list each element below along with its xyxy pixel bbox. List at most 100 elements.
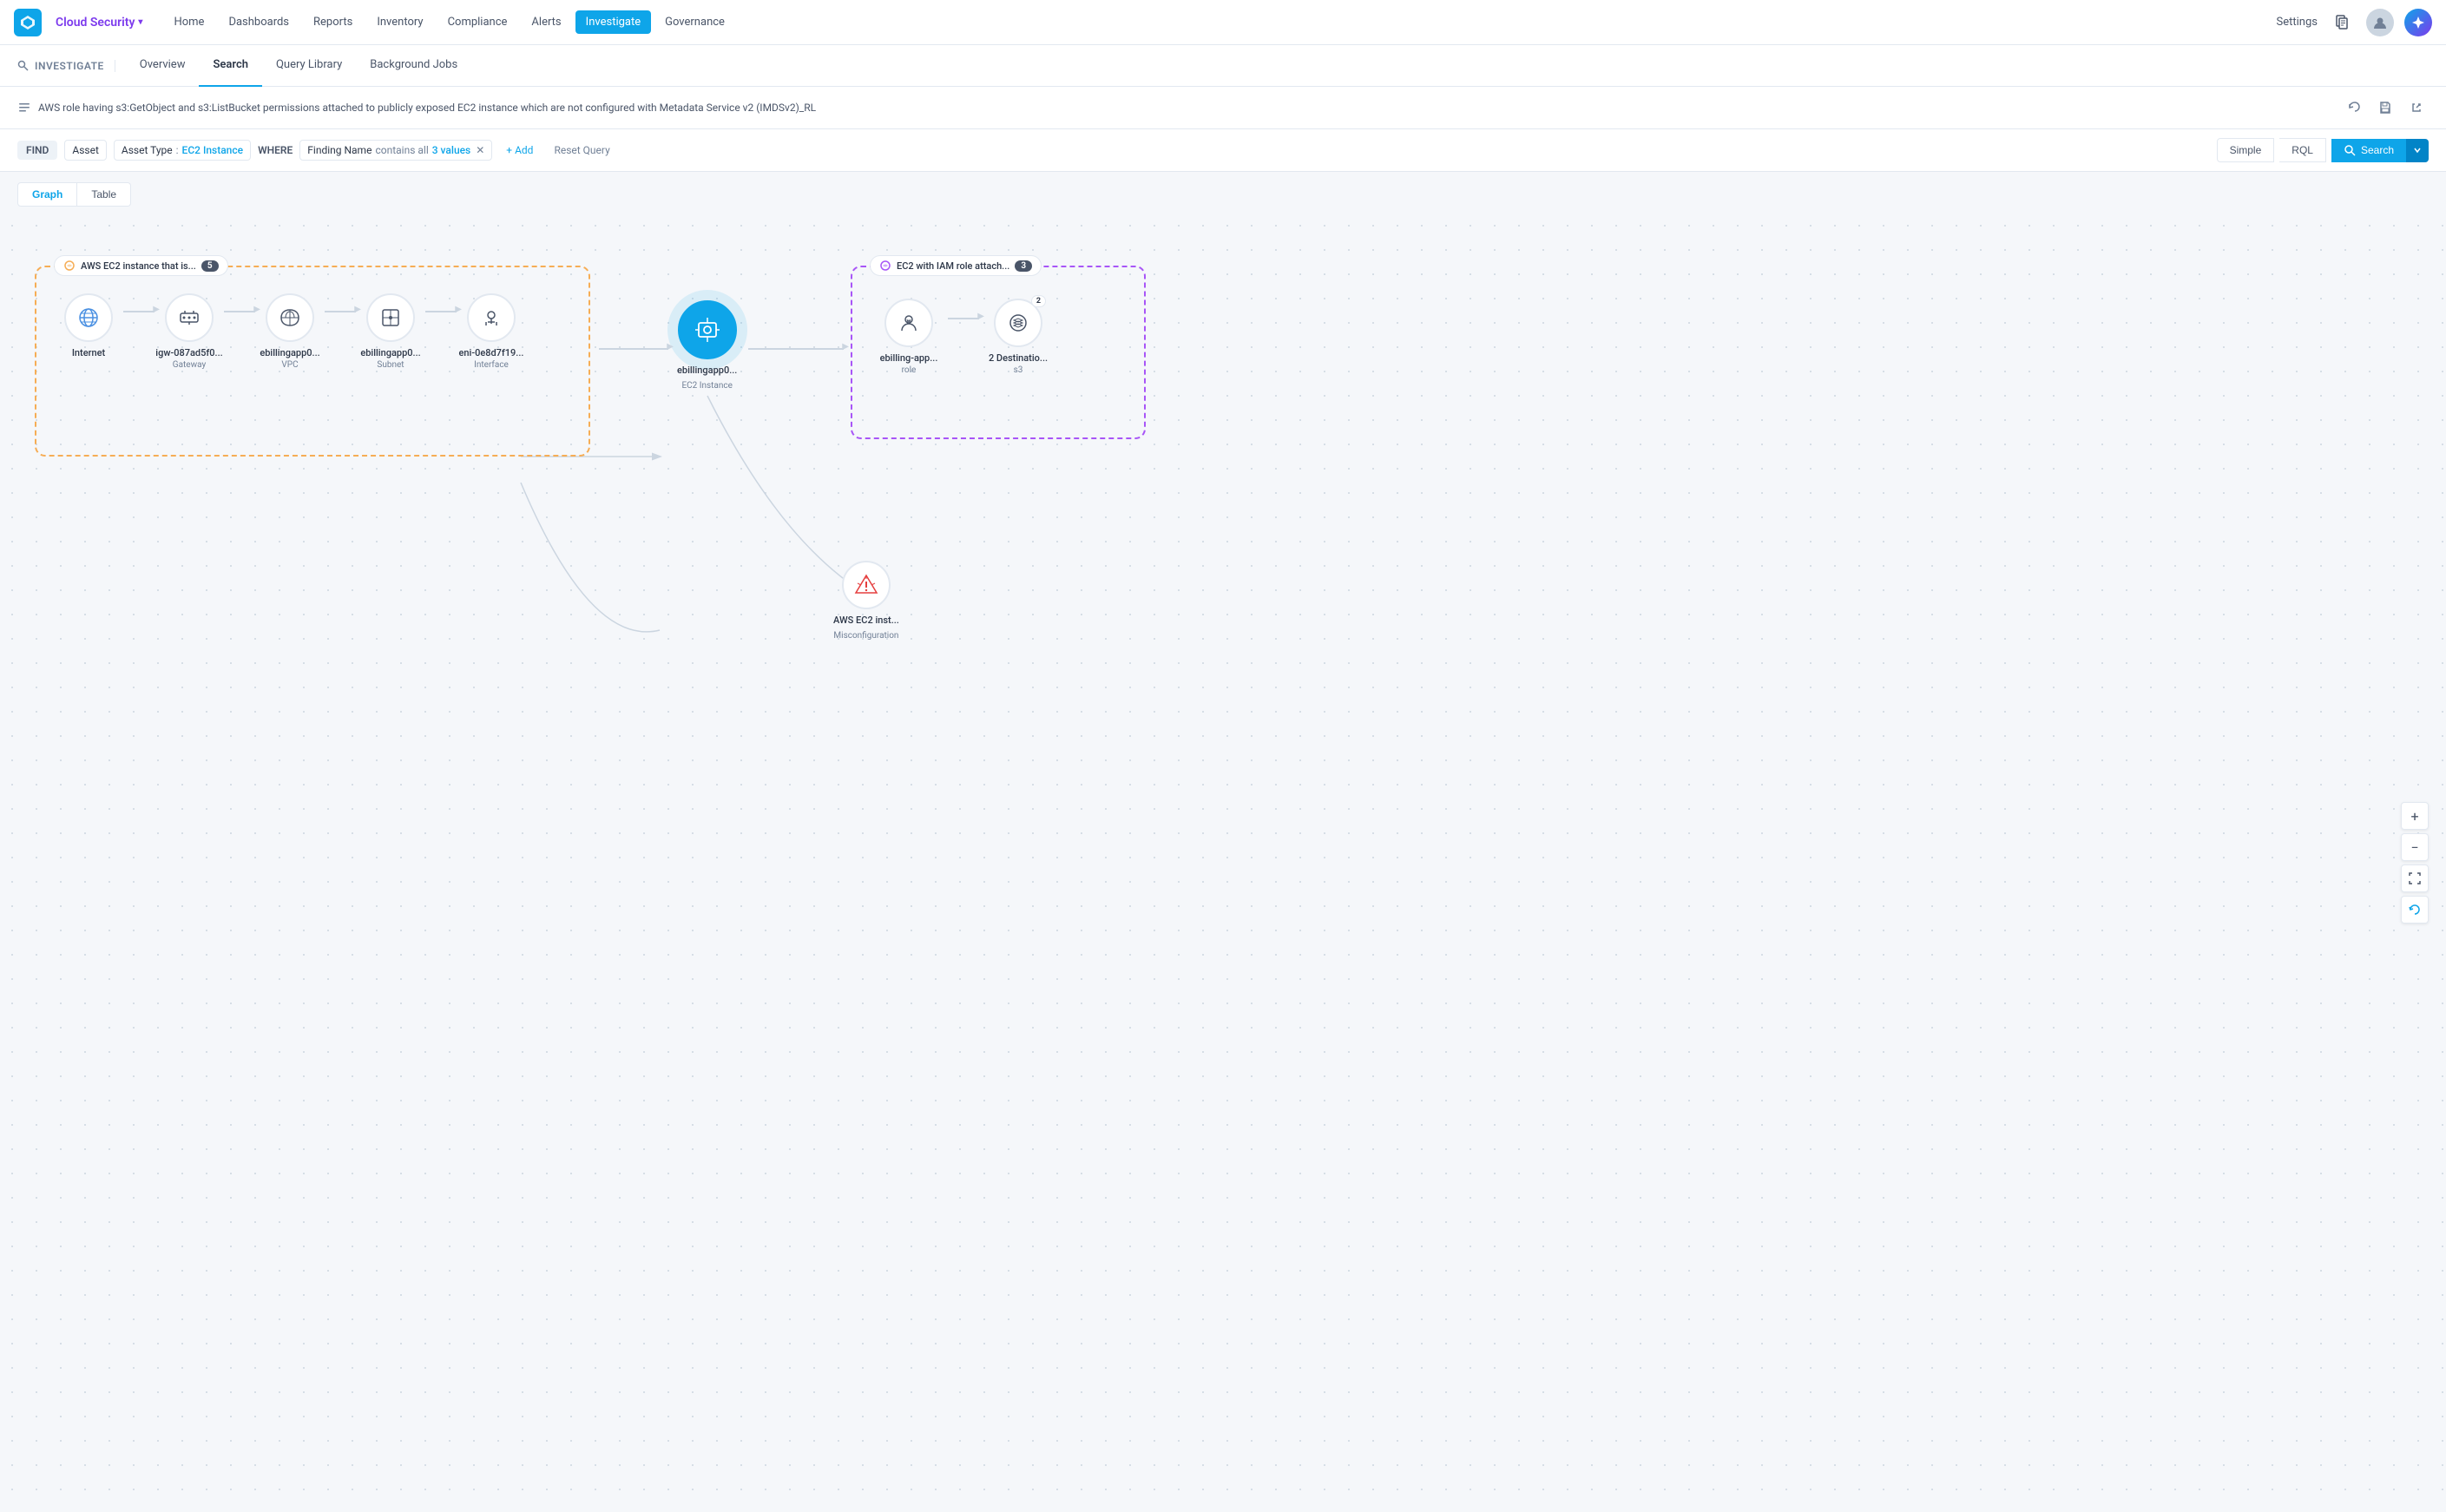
asset-chip[interactable]: Asset xyxy=(64,140,107,161)
fit-icon xyxy=(2408,871,2422,885)
query-text-row: AWS role having s3:GetObject and s3:List… xyxy=(17,101,2335,115)
fit-screen-btn[interactable] xyxy=(2401,864,2429,892)
node-gateway[interactable]: igw-087ad5f0... Gateway xyxy=(155,293,224,370)
cluster-2-label[interactable]: EC2 with IAM role attach... 3 xyxy=(870,255,1042,276)
node-ec2-central[interactable]: ebillingapp0... EC2 Instance xyxy=(677,300,737,391)
chevron-down-icon xyxy=(2413,146,2422,154)
misc-sublabel: Misconfiguration xyxy=(833,631,898,641)
rql-mode-btn[interactable]: RQL xyxy=(2279,138,2326,162)
arrow-to-cluster2: ▶ xyxy=(748,348,844,350)
subnet-node-circle xyxy=(366,293,415,342)
s3-badge: 2 xyxy=(1031,295,1046,307)
settings-link[interactable]: Settings xyxy=(2277,16,2318,29)
cluster-2-text: EC2 with IAM role attach... xyxy=(897,260,1009,272)
expand-btn[interactable] xyxy=(2404,95,2429,120)
nav-governance[interactable]: Governance xyxy=(654,10,735,34)
simple-mode-btn[interactable]: Simple xyxy=(2217,138,2275,162)
save-btn[interactable] xyxy=(2373,95,2397,120)
asset-type-colon: : xyxy=(176,144,179,156)
reset-view-btn[interactable] xyxy=(2401,896,2429,924)
search-button-group: Search xyxy=(2331,139,2429,162)
internet-label: Internet xyxy=(72,347,105,358)
sub-navigation: INVESTIGATE Overview Search Query Librar… xyxy=(0,45,2446,87)
gateway-sublabel: Gateway xyxy=(173,360,206,370)
ec2-central-label: ebillingapp0... xyxy=(677,365,737,376)
ai-assistant-btn[interactable] xyxy=(2404,9,2432,36)
misconfiguration-icon xyxy=(854,573,878,597)
filter-condition-chip[interactable]: Finding Name contains all 3 values ✕ xyxy=(299,140,492,161)
asset-type-label: Asset Type xyxy=(122,144,173,156)
role-label: ebilling-app... xyxy=(880,352,938,364)
node-subnet[interactable]: ebillingapp0... Subnet xyxy=(356,293,425,370)
nav-items: Home Dashboards Reports Inventory Compli… xyxy=(163,10,2269,34)
add-filter-btn[interactable]: + Add xyxy=(499,141,540,160)
cluster-1-label[interactable]: AWS EC2 instance that is... 5 xyxy=(54,255,228,276)
ec2-central-icon xyxy=(694,316,721,344)
search-grid-icon xyxy=(17,60,30,72)
node-role[interactable]: ebilling-app... role xyxy=(870,299,948,375)
nav-home[interactable]: Home xyxy=(163,10,214,34)
subnav-background-jobs[interactable]: Background Jobs xyxy=(356,45,471,87)
subnav-search[interactable]: Search xyxy=(199,45,262,87)
ec2-central-circle xyxy=(678,300,737,359)
nav-reports[interactable]: Reports xyxy=(303,10,363,34)
graph-canvas[interactable]: AWS EC2 instance that is... 5 xyxy=(0,214,2446,1512)
reset-label: Reset Query xyxy=(554,144,609,156)
graph-view-btn[interactable]: Graph xyxy=(17,182,77,207)
node-misconfiguration[interactable]: AWS EC2 inst... Misconfiguration xyxy=(833,561,899,641)
vpc-icon xyxy=(279,306,301,329)
brand-menu[interactable]: Cloud Security ▾ xyxy=(56,16,142,30)
add-label: + Add xyxy=(506,144,533,156)
nav-inventory[interactable]: Inventory xyxy=(366,10,433,34)
filter-close-btn[interactable]: ✕ xyxy=(476,144,484,156)
undo-btn[interactable] xyxy=(2342,95,2366,120)
search-btn[interactable]: Search xyxy=(2331,139,2406,162)
s3-label: 2 Destinatio... xyxy=(989,352,1048,364)
query-action-buttons xyxy=(2342,95,2429,120)
where-label: WHERE xyxy=(258,144,293,156)
subnav-query-library[interactable]: Query Library xyxy=(262,45,356,87)
subnav-overview[interactable]: Overview xyxy=(126,45,200,87)
asset-type-chip[interactable]: Asset Type : EC2 Instance xyxy=(114,140,251,161)
arrow-1: ▶ xyxy=(123,311,155,312)
node-vpc[interactable]: ebillingapp0... VPC xyxy=(255,293,325,370)
query-description: AWS role having s3:GetObject and s3:List… xyxy=(38,102,816,114)
ec2-central-sublabel: EC2 Instance xyxy=(681,381,732,391)
find-label: FIND xyxy=(17,141,57,160)
node-s3[interactable]: 2 2 Destinatio... s3 xyxy=(979,299,1057,375)
cluster-1-count: 5 xyxy=(201,260,219,272)
query-bar: AWS role having s3:GetObject and s3:List… xyxy=(0,87,2446,129)
asset-label: Asset xyxy=(72,144,99,156)
arrow-3: ▶ xyxy=(325,311,356,312)
cluster-1-nodes: Internet ▶ xyxy=(36,267,588,378)
s3-node-circle: 2 xyxy=(994,299,1042,347)
node-internet[interactable]: Internet xyxy=(54,293,123,358)
node-interface[interactable]: eni-0e8d7f19... Interface xyxy=(457,293,526,370)
search-dropdown-btn[interactable] xyxy=(2406,139,2429,162)
nav-investigate[interactable]: Investigate xyxy=(575,10,651,34)
gateway-label: igw-087ad5f0... xyxy=(155,347,222,358)
cluster-2-nodes: ebilling-app... role ▶ xyxy=(870,299,1127,375)
interface-sublabel: Interface xyxy=(474,360,509,370)
reset-query-btn[interactable]: Reset Query xyxy=(547,141,616,160)
section-label: INVESTIGATE xyxy=(17,60,115,72)
brand-label: Cloud Security xyxy=(56,16,135,30)
nav-alerts[interactable]: Alerts xyxy=(521,10,571,34)
role-icon xyxy=(898,312,920,334)
search-buttons: Simple RQL Search xyxy=(2217,138,2429,162)
filter-value: 3 values xyxy=(432,144,470,156)
interface-label: eni-0e8d7f19... xyxy=(459,347,524,358)
zoom-in-btn[interactable]: + xyxy=(2401,802,2429,830)
gateway-icon xyxy=(178,306,201,329)
brand-chevron: ▾ xyxy=(138,17,142,27)
cluster-2-icon xyxy=(879,260,891,272)
nav-right: Settings xyxy=(2277,9,2432,36)
docs-icon-btn[interactable] xyxy=(2328,9,2356,36)
interface-node-circle xyxy=(467,293,516,342)
internet-node-circle xyxy=(64,293,113,342)
nav-dashboards[interactable]: Dashboards xyxy=(218,10,299,34)
zoom-out-btn[interactable]: − xyxy=(2401,833,2429,861)
table-view-btn[interactable]: Table xyxy=(77,182,131,207)
user-avatar[interactable] xyxy=(2366,9,2394,36)
nav-compliance[interactable]: Compliance xyxy=(437,10,518,34)
